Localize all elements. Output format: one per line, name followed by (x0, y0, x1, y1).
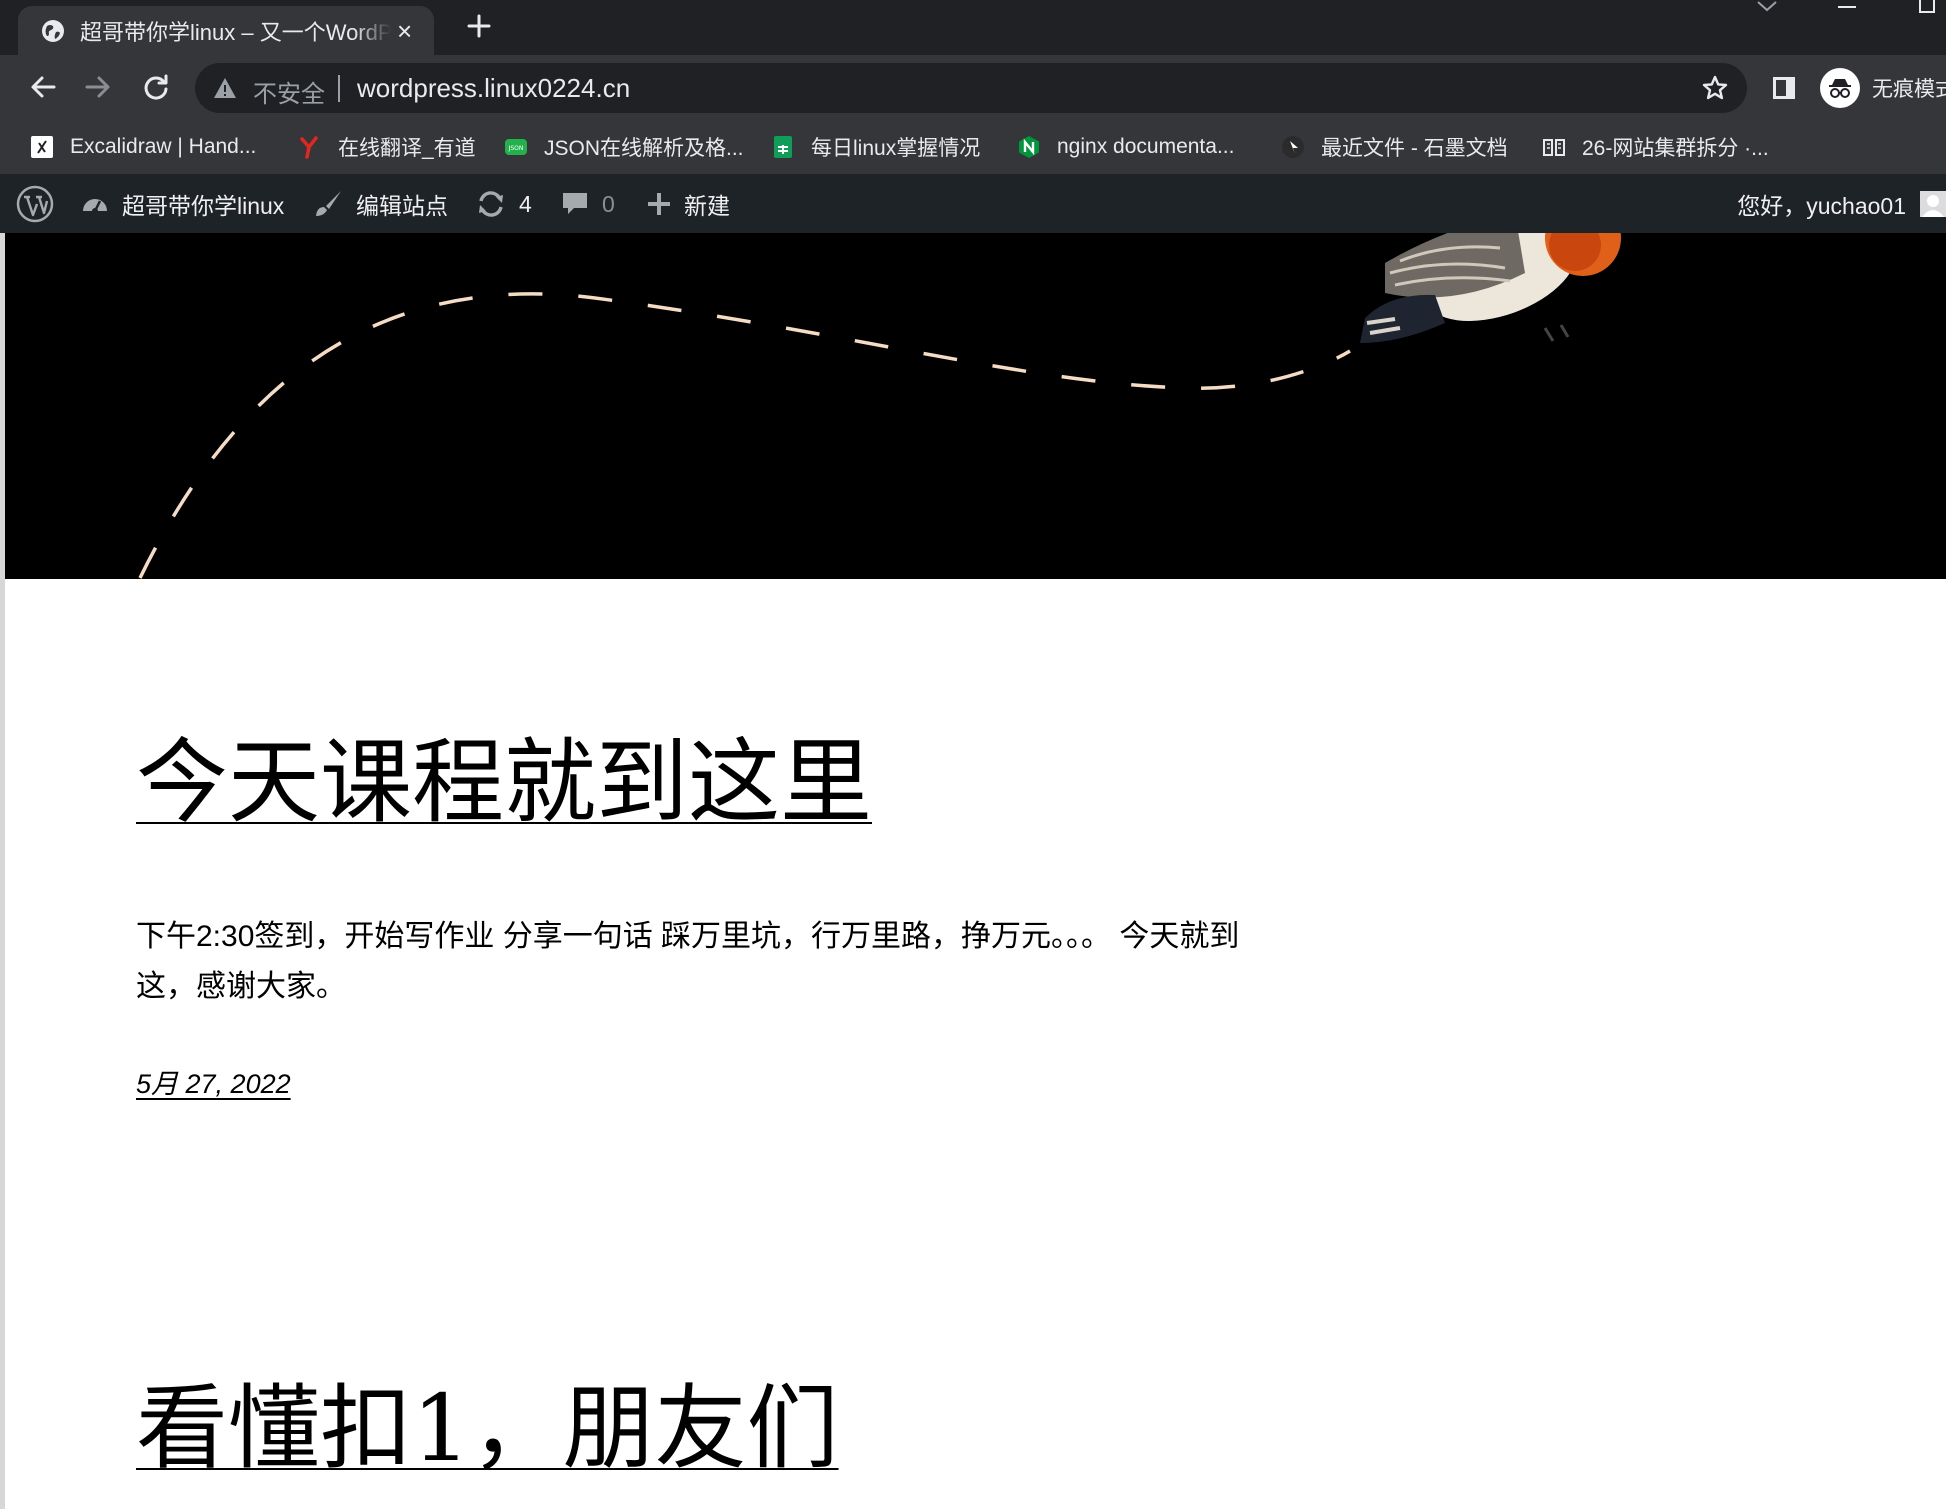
bird-illustration (1360, 233, 1621, 343)
warning-icon[interactable] (213, 76, 237, 100)
sheets-icon (771, 135, 795, 159)
url-text[interactable]: wordpress.linux0224.cn (357, 73, 630, 104)
bookmark-label: JSON在线解析及格... (544, 137, 744, 160)
post-title-link[interactable]: 看懂扣1，朋友们 (136, 1375, 839, 1483)
bookmarks-bar: Excalidraw | Hand... 在线翻译_有道 JSON JSON在线… (0, 120, 1946, 175)
post-excerpt: 下午2:30签到，开始写作业 分享一句话 踩万里坑，行万里路，挣万元。。。 今天… (136, 920, 1240, 1003)
browser-tabstrip: 超哥带你学linux – 又一个WordPress站点 × (0, 0, 1946, 55)
dashboard-icon (80, 189, 110, 219)
maximize-icon[interactable] (1912, 0, 1942, 14)
my-account-menu[interactable]: 您好，yuchao01 (1737, 175, 1946, 233)
updates-menu[interactable]: 4 (475, 175, 532, 233)
updates-count: 4 (519, 190, 532, 217)
site-name-label: 超哥带你学linux (122, 193, 285, 219)
security-label[interactable]: 不安全 (253, 74, 325, 109)
bookmark-label: 每日linux掌握情况 (811, 137, 981, 160)
comments-menu[interactable]: 0 (560, 175, 615, 233)
header-image (5, 233, 1946, 579)
wordpress-logo-icon (16, 185, 54, 223)
book-icon (1542, 135, 1566, 159)
comments-count: 0 (602, 190, 615, 217)
bookmark-json[interactable]: JSON JSON在线解析及格... (504, 130, 744, 164)
bookmark-label: 在线翻译_有道 (338, 137, 476, 160)
nginx-icon (1017, 135, 1041, 159)
side-panel-button[interactable] (1768, 72, 1800, 104)
bookmark-excalidraw[interactable]: Excalidraw | Hand... (30, 130, 256, 164)
shimo-icon (1281, 135, 1305, 159)
address-bar[interactable]: 不安全 wordpress.linux0224.cn (195, 63, 1747, 113)
wp-logo-menu[interactable] (16, 175, 54, 233)
post-date-link[interactable]: 5月 27, 2022 (136, 1069, 291, 1099)
bookmark-sheets[interactable]: 每日linux掌握情况 (771, 130, 980, 164)
bookmark-label: nginx documenta... (1057, 135, 1235, 158)
incognito-label: 无痕模式 (1872, 78, 1946, 101)
comment-bubble-icon (560, 189, 590, 219)
plus-icon (646, 191, 672, 217)
incognito-icon (1820, 68, 1860, 108)
post-title-link[interactable]: 今天课程就到这里 (136, 729, 872, 837)
bookmark-shimo[interactable]: 最近文件 - 石墨文档 (1281, 130, 1508, 164)
tab-close-icon[interactable]: × (391, 17, 418, 45)
forward-arrow-icon (85, 76, 110, 98)
browser-toolbar: 不安全 wordpress.linux0224.cn 无痕模式 (0, 55, 1946, 120)
account-greeting: 您好，yuchao01 (1737, 193, 1906, 219)
minimize-icon[interactable] (1832, 0, 1862, 14)
back-arrow-icon (31, 76, 56, 98)
new-content-menu[interactable]: 新建 (646, 175, 730, 233)
post-entry: 今天课程就到这里 (136, 729, 872, 837)
omnibox-divider (338, 75, 340, 102)
new-label: 新建 (684, 193, 730, 219)
bookmark-book[interactable]: 26-网站集群拆分 ·... (1542, 130, 1769, 164)
bookmark-youdao[interactable]: 在线翻译_有道 (298, 130, 476, 164)
tab-title: 超哥带你学linux – 又一个WordPress站点 (80, 19, 392, 45)
youdao-icon (298, 135, 322, 159)
wp-admin-bar: 超哥带你学linux 编辑站点 4 0 新建 您好，yuchao01 (0, 175, 1946, 233)
reload-icon (144, 74, 168, 100)
paintbrush-icon (312, 188, 344, 220)
incognito-profile-button[interactable]: 无痕模式 (1820, 66, 1946, 110)
bookmark-star-icon[interactable] (1701, 74, 1729, 102)
avatar (1920, 191, 1946, 217)
flight-path-illustration (138, 233, 1621, 579)
tab-search-chevron-icon[interactable] (1752, 0, 1782, 14)
bookmark-label: Excalidraw | Hand... (70, 135, 257, 158)
updates-icon (475, 188, 507, 220)
customize-menu[interactable]: 编辑站点 (312, 175, 448, 233)
svg-text:JSON: JSON (508, 145, 524, 152)
globe-icon (40, 18, 66, 44)
reload-button[interactable] (134, 65, 178, 109)
site-name-menu[interactable]: 超哥带你学linux (80, 175, 284, 233)
bookmark-nginx[interactable]: nginx documenta... (1017, 130, 1234, 164)
post-entry: 看懂扣1，朋友们 (136, 1375, 839, 1483)
post-date-wrapper: 5月 27, 2022 (136, 1062, 291, 1101)
json-icon: JSON (504, 135, 528, 159)
side-panel-icon (1773, 77, 1795, 99)
customize-label: 编辑站点 (356, 193, 448, 219)
bookmark-label: 26-网站集群拆分 ·... (1582, 137, 1769, 160)
new-tab-button[interactable] (462, 9, 496, 43)
bookmark-label: 最近文件 - 石墨文档 (1321, 137, 1508, 160)
browser-tab[interactable]: 超哥带你学linux – 又一个WordPress站点 × (18, 6, 434, 55)
plus-icon (467, 14, 491, 38)
forward-button[interactable] (76, 65, 120, 109)
excalidraw-icon (30, 135, 54, 159)
back-button[interactable] (21, 65, 65, 109)
